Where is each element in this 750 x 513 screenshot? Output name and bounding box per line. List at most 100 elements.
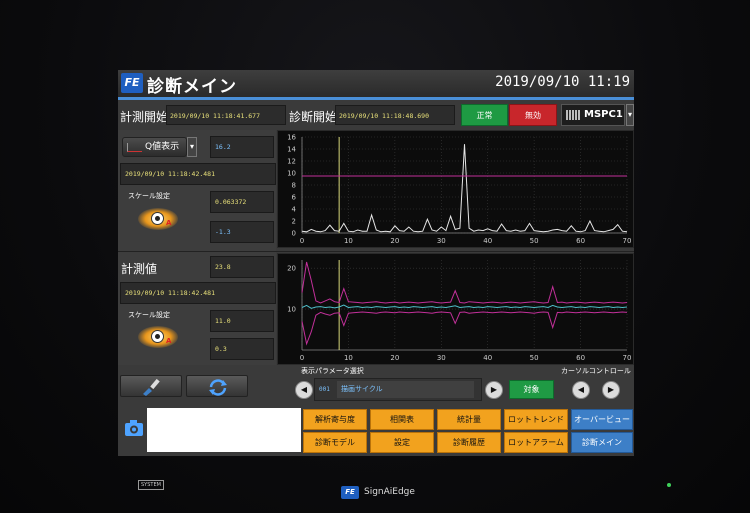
x-tick-label: 30 [437, 354, 446, 362]
y-tick-label: 2 [292, 218, 296, 226]
q-timestamp-field: 2019/09/10 11:18:42.481 [120, 163, 276, 185]
q-scale-label: スケール設定 [128, 192, 170, 200]
hmi-screen: FE 診断メイン 2019/09/10 11:19 計測開始 2019/09/1… [118, 70, 634, 456]
series-line-2 [301, 304, 628, 309]
cursor-control-label: カーソルコントロール [561, 367, 631, 375]
status-normal-button[interactable]: 正常 [461, 104, 508, 126]
q-scale-min-field[interactable]: -1.3 [210, 221, 274, 243]
power-led [667, 483, 671, 487]
measure-start-label: 計測開始 [120, 110, 169, 124]
camera-icon [125, 420, 143, 436]
menu-diag-history-button[interactable]: 診断履歴 [437, 432, 501, 453]
q-value-chart: 0 10 20 30 40 50 60 70 0 2 4 6 8 10 12 14 16 [277, 130, 634, 248]
measured-label: 計測値 [121, 262, 158, 276]
param-prev-button[interactable]: ◀ [295, 381, 313, 399]
dial-dot [155, 334, 160, 339]
brush-icon [143, 378, 160, 396]
q-value-field: 16.2 [210, 136, 274, 158]
measure-start-field: 2019/09/10 11:18:41.677 [166, 105, 286, 125]
cursor-left-button[interactable]: ◀ [572, 381, 590, 399]
q-display-button[interactable]: Q値表示 [122, 137, 187, 157]
x-tick-label: 0 [300, 237, 304, 245]
diag-start-field: 2019/09/10 11:18:48.690 [335, 105, 455, 125]
measured-scale-label: スケール設定 [128, 311, 170, 319]
dial-dot [155, 216, 160, 221]
refresh-icon [209, 379, 227, 396]
y-tick-label: 6 [292, 194, 297, 202]
header-bar: FE 診断メイン 2019/09/10 11:19 [118, 70, 634, 97]
menu-diag-main-button[interactable]: 診断メイン [571, 432, 633, 453]
device-dropdown-icon[interactable]: ▾ [626, 104, 634, 126]
camera-button[interactable] [122, 410, 146, 444]
page-title: 診断メイン [147, 77, 237, 97]
x-tick-label: 70 [623, 354, 632, 362]
x-tick-label: 60 [576, 237, 585, 245]
scale-a-icon: A [166, 219, 172, 227]
x-tick-label: 0 [300, 354, 304, 362]
param-number: 001 [319, 386, 330, 393]
message-area [147, 408, 301, 452]
chart-icon [127, 143, 142, 152]
brand-name: SignAiEdge [364, 487, 415, 497]
device-icon [566, 110, 580, 120]
y-tick-label: 0 [292, 230, 296, 238]
device-select-value: MSPC1 [584, 109, 623, 120]
brand-logo-icon: FE [121, 73, 143, 93]
y-tick-label: 4 [292, 206, 297, 214]
q-value-chart-svg: 0 10 20 30 40 50 60 70 0 2 4 6 8 10 12 14 16 [287, 134, 632, 246]
x-tick-label: 20 [390, 354, 399, 362]
y-tick-label: 12 [287, 158, 296, 166]
x-tick-label: 10 [344, 354, 353, 362]
x-tick-label: 50 [530, 354, 539, 362]
x-tick-label: 40 [483, 237, 492, 245]
y-tick-label: 20 [287, 265, 296, 273]
y-tick-label: 14 [287, 146, 296, 154]
menu-diag-model-button[interactable]: 診断モデル [303, 432, 367, 453]
scale-dial-icon [151, 212, 164, 225]
menu-statistics-button[interactable]: 統計量 [437, 409, 501, 430]
diag-start-label: 診断開始 [289, 110, 338, 124]
q-scale-max-field[interactable]: 0.063372 [210, 191, 274, 213]
menu-overview-button[interactable]: オーバービュー [571, 409, 633, 430]
cursor-right-button[interactable]: ▶ [602, 381, 620, 399]
target-button[interactable]: 対象 [509, 380, 554, 399]
series-line-0 [301, 144, 628, 233]
measured-scale-knob[interactable]: A [138, 326, 178, 348]
measured-value-chart-svg: 0 10 20 30 40 50 60 70 10 20 [287, 260, 632, 362]
device-select[interactable]: MSPC1 [561, 104, 625, 126]
q-dropdown-icon[interactable]: ▾ [187, 137, 197, 157]
param-next-button[interactable]: ▶ [485, 381, 503, 399]
refresh-button[interactable] [186, 375, 248, 397]
brand-logo-icon: FE [341, 486, 359, 499]
x-tick-label: 30 [437, 237, 446, 245]
y-tick-label: 10 [287, 170, 296, 178]
x-tick-label: 20 [390, 237, 399, 245]
x-tick-label: 50 [530, 237, 539, 245]
measured-scale-min-field[interactable]: 0.3 [210, 338, 274, 360]
y-tick-label: 8 [292, 182, 296, 190]
measured-value-field: 23.8 [210, 256, 274, 278]
scale-a-icon: A [166, 337, 172, 345]
measured-timestamp-field: 2019/09/10 11:18:42.481 [120, 282, 276, 304]
x-tick-label: 60 [576, 354, 585, 362]
series-line-1 [301, 311, 628, 346]
clear-button[interactable] [120, 375, 182, 397]
menu-correlation-button[interactable]: 相関表 [370, 409, 434, 430]
x-tick-label: 10 [344, 237, 353, 245]
param-select-box[interactable]: 001 描画サイクル [314, 378, 482, 401]
datetime-display: 2019/09/10 11:19 [495, 74, 630, 90]
menu-contribution-button[interactable]: 解析寄与度 [303, 409, 367, 430]
q-scale-knob[interactable]: A [138, 208, 178, 230]
menu-settings-button[interactable]: 設定 [370, 432, 434, 453]
measured-scale-max-field[interactable]: 11.0 [210, 310, 274, 332]
menu-lot-trend-button[interactable]: ロットトレンド [504, 409, 568, 430]
param-value: 描画サイクル [337, 381, 474, 398]
y-tick-label: 16 [287, 134, 296, 142]
system-label: SYSTEM [138, 480, 164, 490]
x-tick-label: 70 [623, 237, 632, 245]
section-divider [118, 251, 634, 252]
y-tick-label: 10 [287, 306, 296, 314]
menu-lot-alarm-button[interactable]: ロットアラーム [504, 432, 568, 453]
status-invalid-button[interactable]: 無効 [509, 104, 557, 126]
header-divider [118, 97, 634, 100]
